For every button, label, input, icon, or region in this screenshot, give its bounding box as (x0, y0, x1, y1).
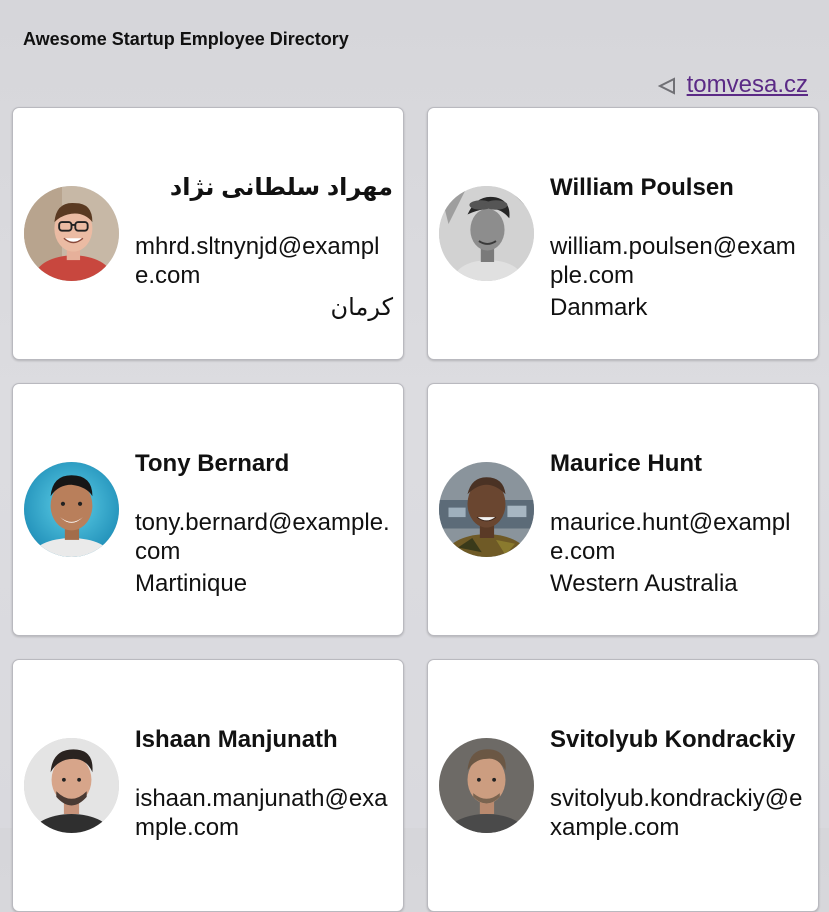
avatar (24, 738, 119, 833)
employee-name: William Poulsen (550, 174, 734, 201)
employee-card[interactable]: مهراد سلطانی نژاد mhrd.sltnynjd@example.… (12, 107, 404, 360)
employee-email: ishaan.manjunath@example.com (135, 785, 388, 841)
avatar (439, 462, 534, 557)
employee-name: Ishaan Manjunath (135, 726, 338, 753)
employee-email: maurice.hunt@example.com (550, 509, 791, 565)
employee-card[interactable]: Maurice Hunt maurice.hunt@example.com We… (427, 383, 819, 636)
employee-location: کرمان (330, 294, 393, 321)
page-title: Awesome Startup Employee Directory (23, 29, 349, 49)
avatar (24, 186, 119, 281)
employee-info: مهراد سلطانی نژاد mhrd.sltnynjd@example.… (135, 172, 393, 324)
employee-name: Svitolyub Kondrackiy (550, 726, 796, 753)
employee-grid: مهراد سلطانی نژاد mhrd.sltnynjd@example.… (12, 107, 819, 912)
employee-info: William Poulsen william.poulsen@example.… (550, 172, 808, 324)
back-triangle-icon (657, 75, 677, 95)
employee-email: tony.bernard@example.com (135, 509, 390, 565)
employee-location: Martinique (135, 570, 248, 597)
employee-info: Svitolyub Kondrackiy svitolyub.kondracki… (550, 724, 808, 844)
employee-card[interactable]: Tony Bernard tony.bernard@example.com Ma… (12, 383, 404, 636)
employee-location: Western Australia (550, 570, 738, 597)
employee-name: مهراد سلطانی نژاد (169, 174, 393, 201)
employee-info: Ishaan Manjunath ishaan.manjunath@exampl… (135, 724, 393, 844)
employee-card[interactable]: William Poulsen william.poulsen@example.… (427, 107, 819, 360)
employee-name: Maurice Hunt (550, 450, 703, 477)
tomvesa-link[interactable]: tomvesa.cz (687, 71, 808, 99)
employee-name: Tony Bernard (135, 450, 290, 477)
avatar (24, 462, 119, 557)
employee-info: Tony Bernard tony.bernard@example.com Ma… (135, 448, 393, 600)
employee-email: svitolyub.kondrackiy@example.com (550, 785, 803, 841)
external-link-group: tomvesa.cz (657, 71, 808, 99)
employee-location: Danmark (550, 294, 648, 321)
employee-info: Maurice Hunt maurice.hunt@example.com We… (550, 448, 808, 600)
avatar (439, 186, 534, 281)
employee-card[interactable]: Svitolyub Kondrackiy svitolyub.kondracki… (427, 659, 819, 912)
employee-card[interactable]: Ishaan Manjunath ishaan.manjunath@exampl… (12, 659, 404, 912)
avatar (439, 738, 534, 833)
employee-email: william.poulsen@example.com (550, 233, 796, 289)
employee-email: mhrd.sltnynjd@example.com (135, 233, 380, 289)
